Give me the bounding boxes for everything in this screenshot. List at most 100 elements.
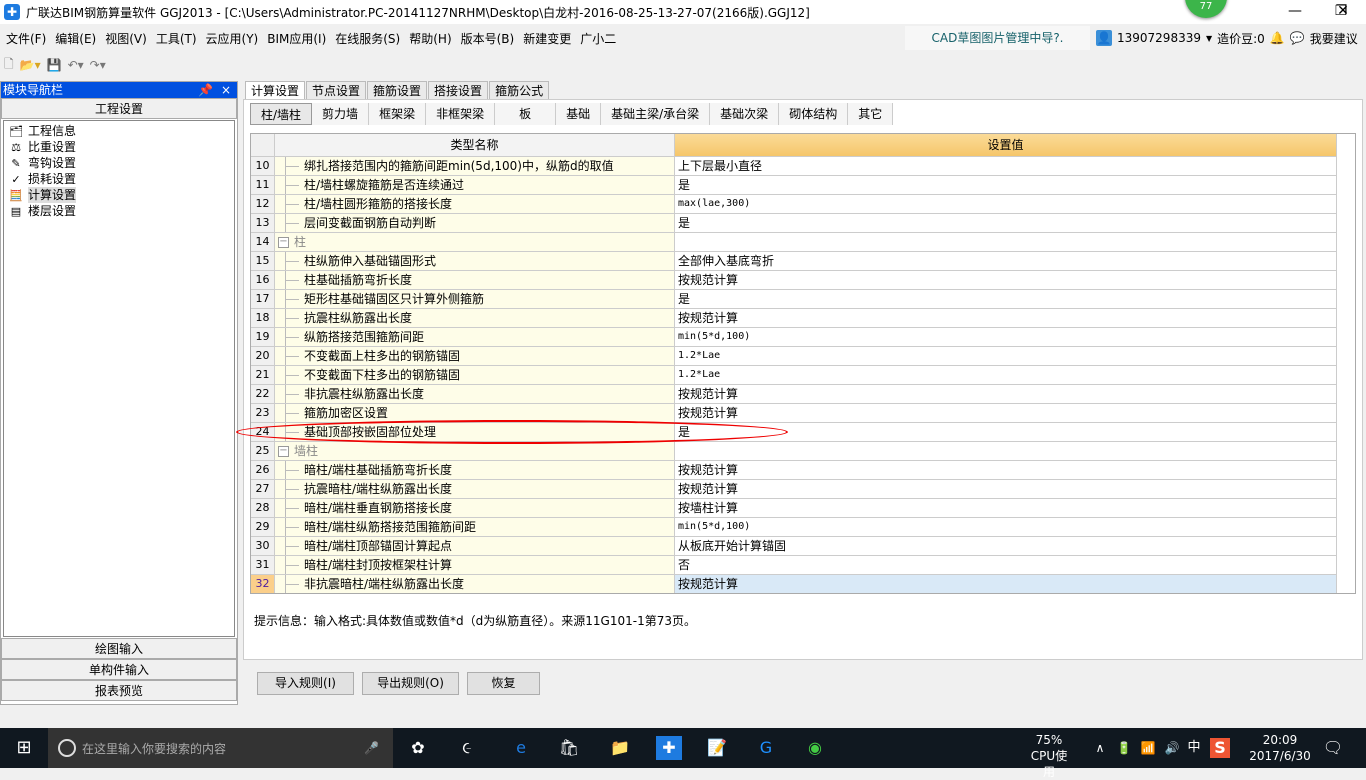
nav-item[interactable]: 🗂 工程信息 — [4, 123, 234, 139]
minimize-button[interactable]: — — [1272, 0, 1318, 24]
table-row[interactable]: 19 纵筋搭接范围箍筋间距 min(5*d,100) — [251, 328, 1337, 347]
setting-value[interactable]: 是 — [675, 176, 1337, 195]
menu-item[interactable]: 在线服务(S) — [335, 30, 400, 47]
tab[interactable]: 搭接设置 — [428, 81, 489, 100]
menu-item[interactable]: BIM应用(I) — [267, 30, 326, 47]
close-window-button[interactable]: ✕ — [1320, 0, 1366, 24]
setting-value[interactable]: 按规范计算 — [675, 271, 1337, 290]
menu-item[interactable]: 新建变更 — [523, 30, 571, 47]
table-row[interactable]: 12 柱/墙柱圆形箍筋的搭接长度 max(lae,300) — [251, 195, 1337, 214]
setting-value[interactable]: 1.2*Lae — [675, 366, 1337, 385]
redo-icon[interactable]: ↷▾ — [90, 58, 106, 72]
subtab[interactable]: 砌体结构 — [779, 103, 849, 125]
menu-item[interactable]: 视图(V) — [105, 30, 147, 47]
undo-icon[interactable]: ↶▾ — [68, 58, 84, 72]
menu-item[interactable]: 工具(T) — [156, 30, 197, 47]
sogou-icon[interactable]: S — [1210, 738, 1230, 758]
save-icon[interactable]: 💾 — [47, 58, 62, 72]
user-phone[interactable]: 13907298339 — [1117, 31, 1201, 45]
subtab[interactable]: 柱/墙柱 — [250, 103, 313, 125]
bell-icon[interactable]: 🔔 — [1270, 31, 1285, 45]
taskbar-search[interactable]: 在这里输入你要搜索的内容 🎤 — [48, 728, 393, 768]
table-row[interactable]: 18 抗震柱纵筋露出长度 按规范计算 — [251, 309, 1337, 328]
g-app-icon[interactable]: G — [754, 736, 778, 760]
nav-item[interactable]: ▤ 楼层设置 — [4, 203, 234, 219]
table-row[interactable]: 30 暗柱/端柱顶部锚固计算起点 从板底开始计算锚固 — [251, 537, 1337, 556]
setting-value[interactable]: 否 — [675, 556, 1337, 575]
table-row[interactable]: 21 不变截面下柱多出的钢筋锚固 1.2*Lae — [251, 366, 1337, 385]
table-row[interactable]: 15 柱纵筋伸入基础锚固形式 全部伸入基底弯折 — [251, 252, 1337, 271]
setting-value[interactable]: 是 — [675, 290, 1337, 309]
setting-value[interactable]: 是 — [675, 214, 1337, 233]
subtab[interactable]: 基础主梁/承台梁 — [601, 103, 711, 125]
table-row[interactable]: 23 箍筋加密区设置 按规范计算 — [251, 404, 1337, 423]
notepad-app-icon[interactable]: 📝 — [705, 736, 729, 760]
setting-value[interactable]: 按规范计算 — [675, 385, 1337, 404]
nav-item[interactable]: 🧮 计算设置 — [4, 187, 234, 203]
subtab[interactable]: 板 — [495, 103, 557, 125]
table-row[interactable]: 13 层间变截面钢筋自动判断 是 — [251, 214, 1337, 233]
table-row[interactable]: 24 基础顶部按嵌固部位处理 是 — [251, 423, 1337, 442]
setting-value[interactable]: 全部伸入基底弯折 — [675, 252, 1337, 271]
table-row[interactable]: 26 暗柱/端柱基础插筋弯折长度 按规范计算 — [251, 461, 1337, 480]
windows-start-icon[interactable]: ⊞ — [0, 728, 48, 768]
green-app-icon[interactable]: ◉ — [803, 736, 827, 760]
setting-value[interactable] — [675, 442, 1337, 461]
wifi-icon[interactable]: 📶 — [1136, 736, 1160, 760]
pin-icon[interactable]: 📌 — [198, 82, 213, 98]
notification-icon[interactable]: 🗨 — [1321, 736, 1345, 760]
chat-icon[interactable]: 💬 — [1290, 31, 1305, 45]
cortana-icon[interactable] — [58, 739, 76, 757]
setting-value[interactable]: 从板底开始计算锚固 — [675, 537, 1337, 556]
table-row[interactable]: 17 矩形柱基础锚固区只计算外侧箍筋 是 — [251, 290, 1337, 309]
table-row[interactable]: 25− 墙柱 — [251, 442, 1337, 461]
suggest-link[interactable]: 我要建议 — [1310, 30, 1358, 47]
nav-section-button[interactable]: 绘图输入 — [1, 638, 237, 659]
subtab[interactable]: 基础次梁 — [710, 103, 780, 125]
clock[interactable]: 20:09 2017/6/30 — [1240, 732, 1320, 764]
table-row[interactable]: 14− 柱 — [251, 233, 1337, 252]
ime-indicator[interactable]: 中 — [1182, 736, 1206, 760]
setting-value[interactable]: 1.2*Lae — [675, 347, 1337, 366]
collapse-icon[interactable]: − — [278, 237, 289, 248]
table-row[interactable]: 29 暗柱/端柱纵筋搭接范围箍筋间距 min(5*d,100) — [251, 518, 1337, 537]
menu-item[interactable]: 编辑(E) — [55, 30, 96, 47]
nav-item[interactable]: ✓ 损耗设置 — [4, 171, 234, 187]
open-folder-icon[interactable]: 📂▾ — [20, 58, 41, 72]
collapse-icon[interactable]: − — [278, 446, 289, 457]
menu-item[interactable]: 广小二 — [580, 30, 616, 47]
nav-section-project-settings[interactable]: 工程设置 — [1, 98, 237, 119]
subtab[interactable]: 框架梁 — [369, 103, 427, 125]
restore-button[interactable]: 恢复 — [467, 672, 540, 695]
setting-value[interactable]: 按规范计算 — [675, 575, 1337, 593]
table-row[interactable]: 28 暗柱/端柱垂直钢筋搭接长度 按墙柱计算 — [251, 499, 1337, 518]
tab[interactable]: 计算设置 — [245, 81, 306, 101]
tab[interactable]: 箍筋设置 — [367, 81, 428, 100]
setting-value[interactable] — [675, 233, 1337, 252]
setting-value[interactable]: 按规范计算 — [675, 309, 1337, 328]
table-row[interactable]: 32 非抗震暗柱/端柱纵筋露出长度 按规范计算 — [251, 575, 1337, 593]
tab[interactable]: 箍筋公式 — [489, 81, 550, 100]
subtab[interactable]: 非框架梁 — [426, 103, 496, 125]
table-row[interactable]: 11 柱/墙柱螺旋箍筋是否连续通过 是 — [251, 176, 1337, 195]
table-row[interactable]: 27 抗震暗柱/端柱纵筋露出长度 按规范计算 — [251, 480, 1337, 499]
setting-value[interactable]: 上下层最小直径 — [675, 157, 1337, 176]
subtab[interactable]: 其它 — [848, 103, 894, 125]
nav-section-button[interactable]: 报表预览 — [1, 680, 237, 701]
edge-icon[interactable]: e — [509, 736, 533, 760]
export-rules-button[interactable]: 导出规则(O) — [362, 672, 459, 695]
file-explorer-icon[interactable]: 📁 — [608, 736, 632, 760]
menu-item[interactable]: 帮助(H) — [409, 30, 451, 47]
swirl-app-icon[interactable]: ૯ — [455, 736, 479, 760]
setting-value[interactable]: min(5*d,100) — [675, 518, 1337, 537]
nav-section-button[interactable]: 单构件输入 — [1, 659, 237, 680]
volume-icon[interactable]: 🔊 — [1160, 736, 1184, 760]
import-rules-button[interactable]: 导入规则(I) — [257, 672, 354, 695]
setting-value[interactable]: 是 — [675, 423, 1337, 442]
fan-app-icon[interactable]: ✿ — [406, 736, 430, 760]
setting-value[interactable]: max(lae,300) — [675, 195, 1337, 214]
table-row[interactable]: 10 绑扎搭接范围内的箍筋间距min(5d,100)中，纵筋d的取值 上下层最小直径 — [251, 157, 1337, 176]
nav-item[interactable]: ✎ 弯钩设置 — [4, 155, 234, 171]
setting-value[interactable]: 按规范计算 — [675, 404, 1337, 423]
menu-item[interactable]: 版本号(B) — [461, 30, 515, 47]
